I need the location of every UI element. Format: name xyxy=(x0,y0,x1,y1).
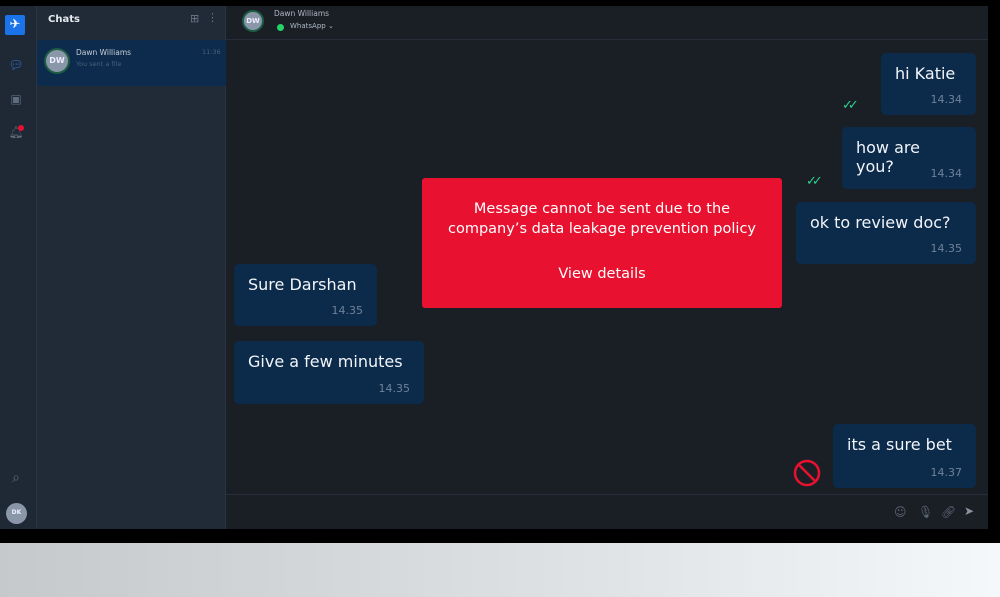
chat-icon[interactable]: 💬︎ xyxy=(8,58,24,74)
send-icon[interactable]: ➤ xyxy=(964,504,974,518)
dlp-alert-line1: Message cannot be sent due to the xyxy=(473,201,731,217)
chat-list: Chats ⊞ ⋮ DW Dawn Williams You sent a fi… xyxy=(37,6,226,529)
attach-icon[interactable]: 🔗︎ xyxy=(941,505,956,519)
contact-avatar: DW xyxy=(44,48,70,74)
message-bubble-in[interactable]: Sure Darshan 14.35 xyxy=(234,264,377,326)
sidebar-rail: ✈ 💬︎ ▣ 🔔︎ ⌕ DK xyxy=(0,6,37,529)
message-time: 14.37 xyxy=(930,466,963,479)
message-bubble-out[interactable]: how are you? 14.34 xyxy=(842,127,976,189)
bell-icon[interactable]: 🔔︎ xyxy=(8,125,24,141)
read-receipt-icon: ✓✓ xyxy=(806,174,823,189)
dlp-alert-line2: company’s data leakage prevention policy xyxy=(448,221,756,237)
blocked-icon[interactable] xyxy=(792,458,822,488)
message-time: 14.35 xyxy=(331,304,364,317)
message-bubble-out[interactable]: ok to review doc? 14.35 xyxy=(796,202,976,264)
new-chat-icon[interactable]: ⊞ xyxy=(190,12,199,25)
emoji-icon[interactable]: ☺ xyxy=(894,505,907,519)
message-time: 14.34 xyxy=(930,93,963,106)
chevron-down-icon: ⌄ xyxy=(327,22,334,30)
device-bezel xyxy=(0,543,1000,597)
chat-list-title: Chats xyxy=(48,14,80,25)
composer[interactable]: ☺ 🎙︎ 🔗︎ ➤ xyxy=(226,494,988,529)
conversation-header: DW Dawn Williams WhatsApp ⌄ xyxy=(226,6,988,40)
chat-time: 11:36 xyxy=(202,48,221,56)
header-avatar: DW xyxy=(242,10,264,32)
contact-name: Dawn Williams xyxy=(76,48,132,57)
read-receipt-icon: ✓✓ xyxy=(842,98,859,113)
message-text: hi Katie xyxy=(895,64,956,83)
message-time: 14.35 xyxy=(378,382,411,395)
message-text: Sure Darshan xyxy=(248,275,357,294)
message-bubble-in[interactable]: Give a few minutes 14.35 xyxy=(234,341,424,404)
notification-badge xyxy=(18,125,24,131)
contacts-icon[interactable]: ▣ xyxy=(8,92,24,108)
message-time: 14.35 xyxy=(930,242,963,255)
message-time: 14.34 xyxy=(930,167,963,180)
view-details-link[interactable]: View details xyxy=(422,264,782,284)
channel-selector[interactable]: WhatsApp ⌄ xyxy=(290,22,334,30)
search-icon[interactable]: ⌕ xyxy=(8,470,24,486)
message-text: its a sure bet xyxy=(847,435,952,454)
mic-icon[interactable]: 🎙︎ xyxy=(918,505,933,519)
more-options-icon[interactable]: ⋮ xyxy=(207,11,218,24)
chat-list-item[interactable]: DW Dawn Williams You sent a file 11:36 xyxy=(37,40,226,86)
user-avatar[interactable]: DK xyxy=(6,503,27,524)
app-screen: ✈ 💬︎ ▣ 🔔︎ ⌕ DK Chats ⊞ ⋮ DW Dawn William… xyxy=(0,6,988,529)
message-text: Give a few minutes xyxy=(248,352,403,371)
last-message-preview: You sent a file xyxy=(76,60,122,68)
message-bubble-out[interactable]: its a sure bet 14.37 xyxy=(833,424,976,488)
message-bubble-out[interactable]: hi Katie 14.34 xyxy=(881,53,976,115)
header-contact-name: Dawn Williams xyxy=(274,9,330,18)
message-text: how are you? xyxy=(856,138,920,176)
logo-icon[interactable]: ✈ xyxy=(5,15,25,35)
channel-label: WhatsApp xyxy=(290,22,326,30)
whatsapp-icon xyxy=(277,24,284,31)
message-text: ok to review doc? xyxy=(810,213,951,232)
dlp-alert: Message cannot be sent due to the compan… xyxy=(422,178,782,308)
